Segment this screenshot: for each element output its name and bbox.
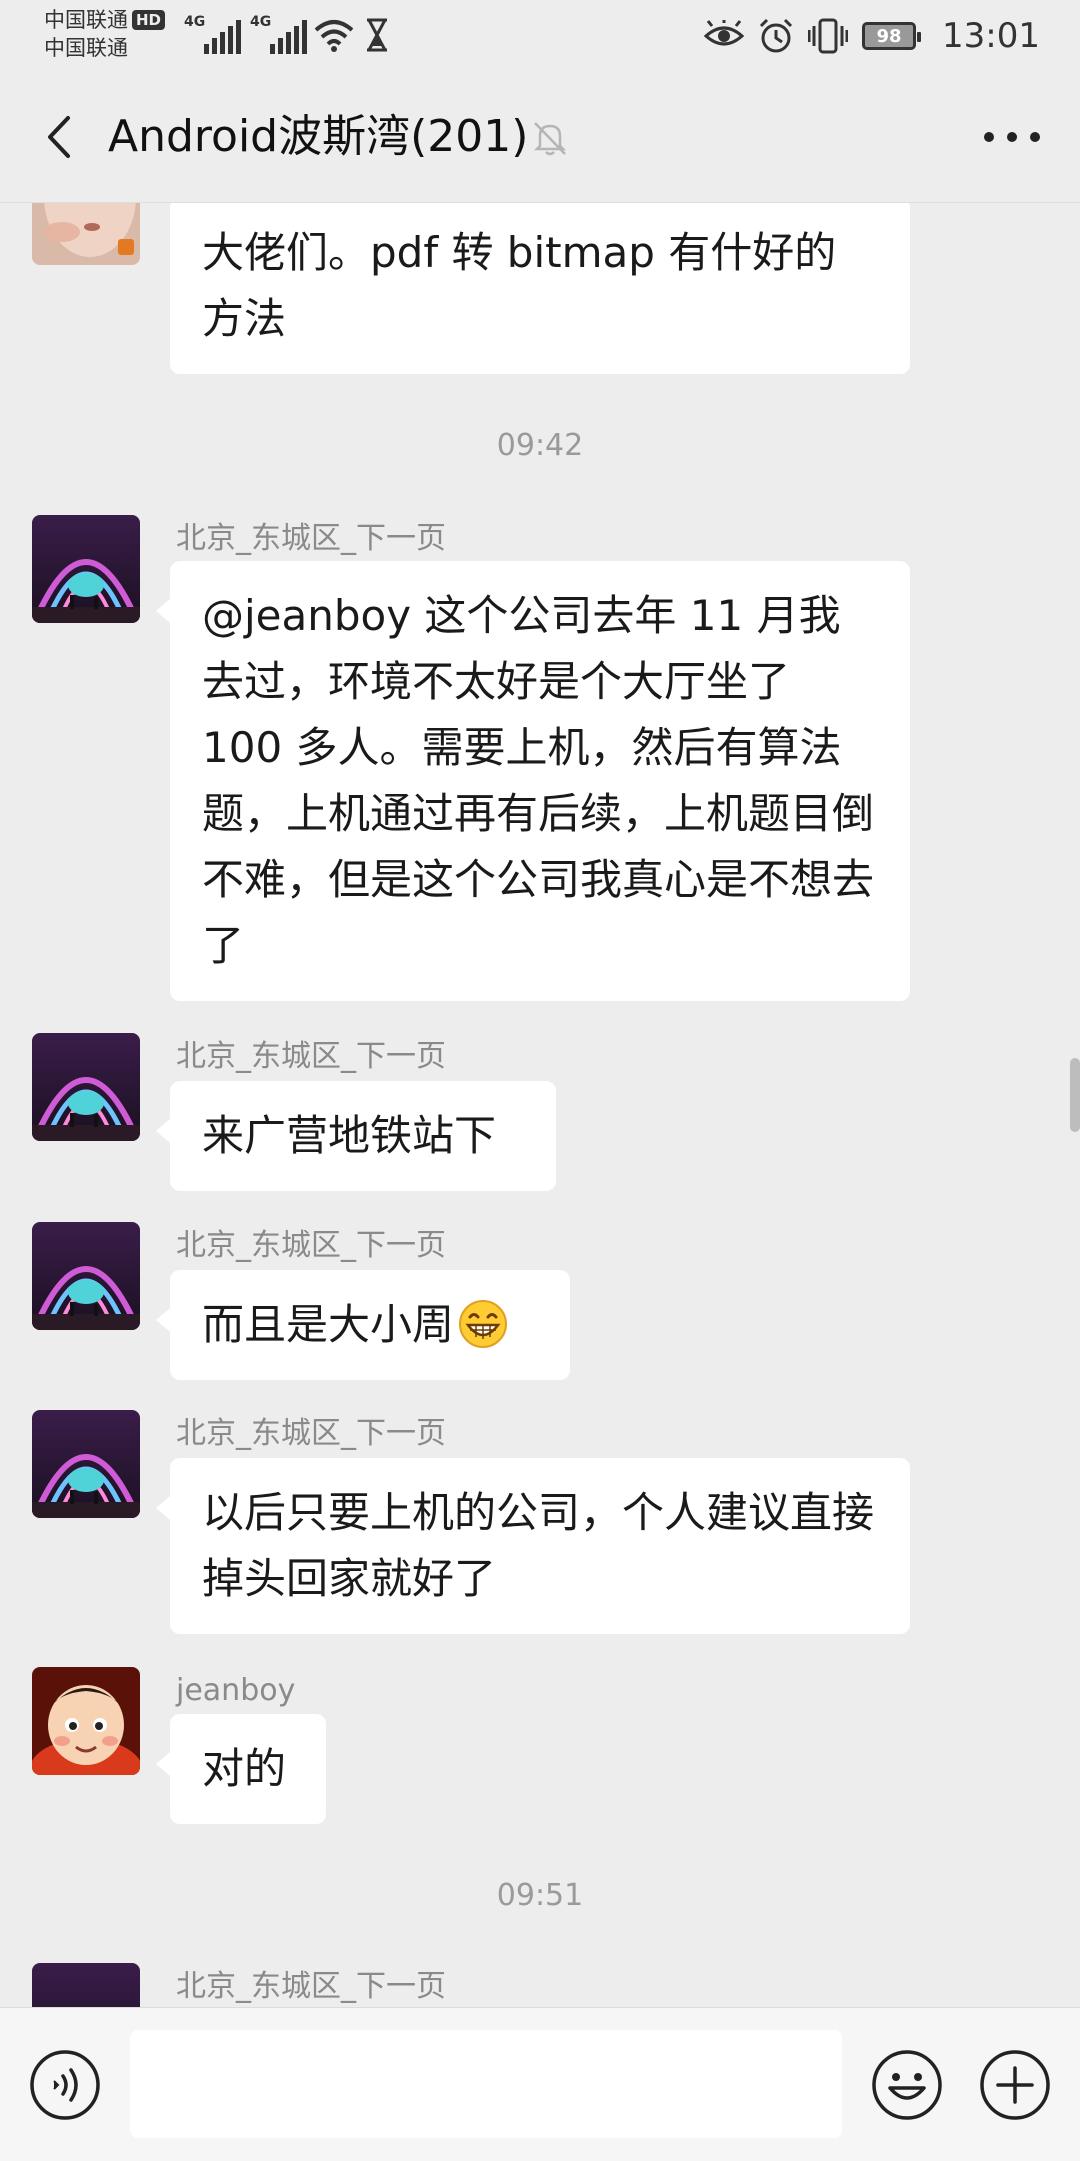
more-icon[interactable] (984, 122, 1040, 152)
message-input[interactable] (130, 2030, 842, 2138)
avatar[interactable] (32, 203, 140, 265)
signal-icon: 4G (250, 14, 307, 54)
grin-emoji-icon (459, 1300, 508, 1348)
status-bar: 中国联通 HD 中国联通 4G 4G 98 13:01 (0, 0, 1080, 72)
message-bubble[interactable]: 来广营地铁站下 (156, 1081, 556, 1191)
battery-icon: 98 (862, 22, 922, 50)
message-bubble[interactable]: @jeanboy 这个公司去年 11 月我去过，环境不太好是个大厅坐了 100 … (156, 561, 910, 1001)
avatar[interactable] (32, 1963, 140, 2007)
message-bubble[interactable]: 对的 (156, 1714, 326, 1824)
message-text: 而且是大小周 (202, 1300, 455, 1349)
hd-badge: HD (132, 10, 166, 30)
carrier-1-label: 中国联通 (44, 8, 128, 32)
network-2-label: 4G (250, 14, 272, 30)
mute-bell-icon (533, 122, 567, 156)
alarm-icon (758, 18, 794, 54)
sender-name: 北京_东城区_下一页 (176, 1228, 446, 1263)
wifi-icon (314, 20, 354, 52)
carrier-2-label: 中国联通 (44, 36, 128, 60)
status-time: 13:01 (942, 16, 1040, 56)
vibrate-icon (808, 18, 849, 54)
avatar[interactable] (32, 1222, 140, 1330)
back-icon[interactable] (36, 112, 86, 162)
carrier-info: 中国联通 HD 中国联通 (44, 6, 166, 62)
sender-name: 北京_东城区_下一页 (176, 1039, 446, 1074)
sender-name: 北京_东城区_下一页 (176, 1969, 446, 2004)
sender-name: 北京_东城区_下一页 (176, 521, 446, 556)
message-bubble[interactable]: 以后只要上机的公司，个人建议直接掉头回家就好了 (156, 1458, 910, 1634)
eye-icon (704, 20, 745, 52)
chat-header: Android波斯湾(201) (0, 72, 1080, 203)
voice-icon[interactable] (28, 2048, 102, 2122)
signal-icon: 4G (184, 14, 241, 54)
hourglass-icon (367, 18, 387, 52)
avatar[interactable] (32, 1667, 140, 1775)
avatar[interactable] (32, 1033, 140, 1141)
message-bubble[interactable]: 而且是大小周 (156, 1270, 570, 1380)
emoji-icon[interactable] (870, 2048, 944, 2122)
message-list[interactable]: 大佬们。pdf 转 bitmap 有什好的方法 09:42 北京_东城区_下一页… (0, 203, 1080, 2007)
chat-title: Android波斯湾(201) (108, 111, 529, 162)
message-bubble[interactable]: 大佬们。pdf 转 bitmap 有什好的方法 (170, 203, 910, 374)
avatar[interactable] (32, 515, 140, 623)
timestamp: 09:51 (496, 1878, 584, 1913)
input-bar (0, 2007, 1080, 2161)
battery-level: 98 (876, 25, 902, 47)
network-1-label: 4G (184, 14, 206, 30)
avatar[interactable] (32, 1410, 140, 1518)
timestamp: 09:42 (496, 428, 584, 463)
sender-name: jeanboy (176, 1673, 296, 1708)
plus-icon[interactable] (978, 2048, 1052, 2122)
sender-name: 北京_东城区_下一页 (176, 1416, 446, 1451)
system-icons: 98 13:01 (704, 10, 1080, 62)
scrollbar-thumb[interactable] (1070, 1058, 1080, 1132)
